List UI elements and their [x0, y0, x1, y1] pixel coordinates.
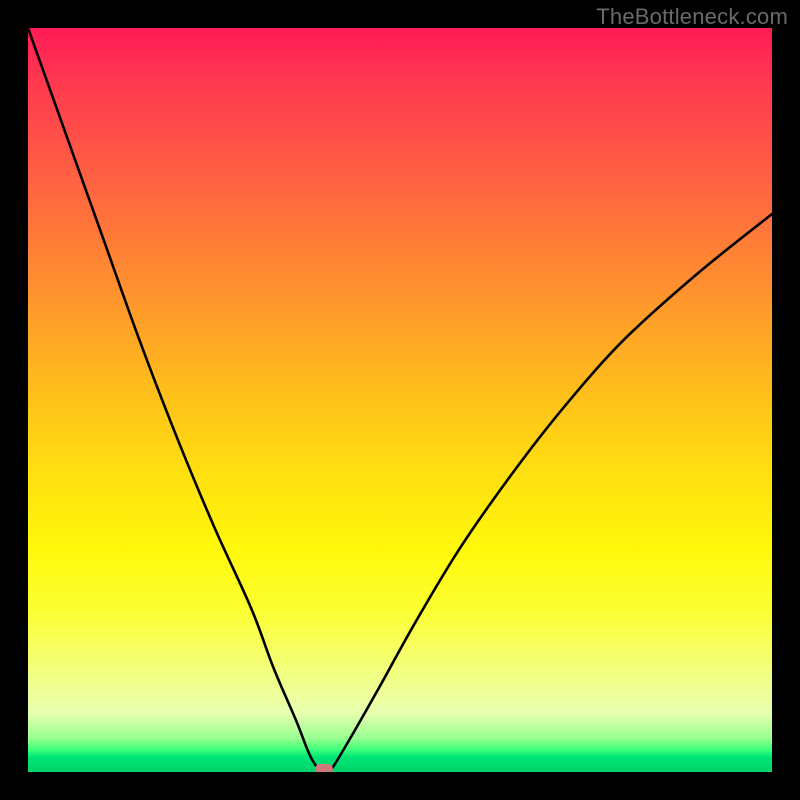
minimum-marker — [315, 764, 333, 772]
watermark-text: TheBottleneck.com — [596, 4, 788, 30]
chart-frame: TheBottleneck.com — [0, 0, 800, 800]
plot-area — [28, 28, 772, 772]
bottleneck-curve — [28, 28, 772, 772]
curve-layer — [28, 28, 772, 772]
